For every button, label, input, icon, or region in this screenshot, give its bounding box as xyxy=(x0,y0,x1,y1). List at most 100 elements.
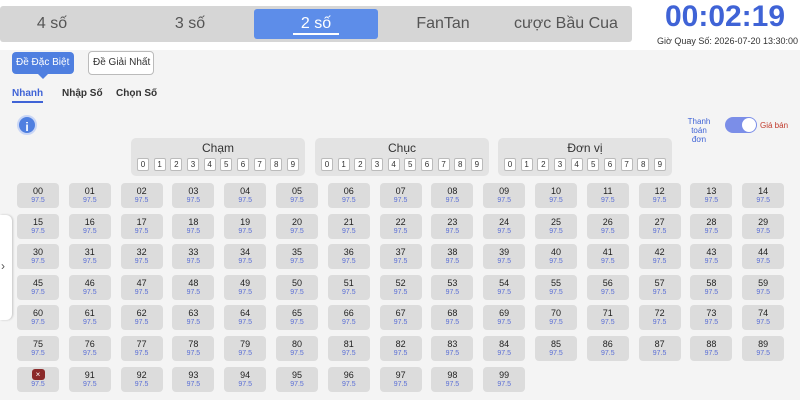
digit-button[interactable]: 9 xyxy=(286,158,299,171)
number-cell[interactable]: 37 97.5 xyxy=(379,244,422,270)
digit-button[interactable]: 0 xyxy=(321,158,333,171)
number-cell[interactable]: 82 97.5 xyxy=(379,336,422,361)
number-cell[interactable]: × 97.5 xyxy=(17,366,59,392)
number-cell[interactable]: 09 97.5 xyxy=(483,183,526,208)
number-cell[interactable]: 88 97.5 xyxy=(690,336,733,361)
number-cell[interactable]: 11 97.5 xyxy=(586,183,629,208)
digit-button[interactable]: 7 xyxy=(620,158,633,171)
number-cell[interactable]: 41 97.5 xyxy=(586,244,629,270)
digit-button[interactable]: 4 xyxy=(570,158,583,171)
digit-button[interactable]: 3 xyxy=(370,158,383,171)
number-cell[interactable]: 00 97.5 xyxy=(17,183,59,208)
number-cell[interactable]: 96 97.5 xyxy=(327,366,370,392)
number-cell[interactable]: 72 97.5 xyxy=(638,305,681,331)
digit-button[interactable]: 8 xyxy=(454,158,467,171)
close-icon[interactable]: × xyxy=(31,368,45,380)
digit-button[interactable]: 7 xyxy=(437,158,450,171)
digit-button[interactable]: 6 xyxy=(236,158,249,171)
digit-button[interactable]: 1 xyxy=(337,158,350,171)
number-cell[interactable]: 40 97.5 xyxy=(535,244,577,270)
tab-game-1[interactable]: 3 số xyxy=(138,6,242,42)
number-cell[interactable]: 69 97.5 xyxy=(483,305,526,331)
digit-button[interactable]: 2 xyxy=(354,158,367,171)
tab-game-2[interactable]: 2 số xyxy=(254,9,378,39)
number-cell[interactable]: 81 97.5 xyxy=(327,336,370,361)
number-cell[interactable]: 67 97.5 xyxy=(379,305,422,331)
number-cell[interactable]: 59 97.5 xyxy=(742,274,785,300)
number-cell[interactable]: 42 97.5 xyxy=(638,244,681,270)
number-cell[interactable]: 94 97.5 xyxy=(224,366,267,392)
number-cell[interactable]: 45 97.5 xyxy=(17,274,59,300)
digit-button[interactable]: 8 xyxy=(637,158,650,171)
number-cell[interactable]: 63 97.5 xyxy=(172,305,215,331)
number-cell[interactable]: 36 97.5 xyxy=(327,244,370,270)
digit-button[interactable]: 3 xyxy=(186,158,199,171)
digit-button[interactable]: 6 xyxy=(420,158,433,171)
digit-button[interactable]: 2 xyxy=(170,158,183,171)
number-cell[interactable]: 74 97.5 xyxy=(742,305,785,331)
number-cell[interactable]: 17 97.5 xyxy=(120,213,163,239)
number-cell[interactable]: 66 97.5 xyxy=(327,305,370,331)
digit-button[interactable]: 8 xyxy=(270,158,283,171)
number-cell[interactable]: 10 97.5 xyxy=(535,183,577,208)
number-cell[interactable]: 15 97.5 xyxy=(17,213,59,239)
number-cell[interactable]: 18 97.5 xyxy=(172,213,215,239)
number-cell[interactable]: 77 97.5 xyxy=(120,336,163,361)
digit-button[interactable]: 9 xyxy=(653,158,666,171)
number-cell[interactable]: 25 97.5 xyxy=(535,213,577,239)
number-cell[interactable]: 26 97.5 xyxy=(586,213,629,239)
number-cell[interactable]: 02 97.5 xyxy=(120,183,163,208)
number-cell[interactable]: 64 97.5 xyxy=(224,305,267,331)
number-cell[interactable]: 60 97.5 xyxy=(17,305,59,331)
digit-button[interactable]: 5 xyxy=(587,158,600,171)
side-drawer-handle[interactable]: › xyxy=(0,215,12,320)
number-cell[interactable]: 19 97.5 xyxy=(224,213,267,239)
number-cell[interactable]: 43 97.5 xyxy=(690,244,733,270)
pay-toggle[interactable] xyxy=(725,117,757,133)
number-cell[interactable]: 39 97.5 xyxy=(483,244,526,270)
number-cell[interactable]: 06 97.5 xyxy=(327,183,370,208)
number-cell[interactable]: 29 97.5 xyxy=(742,213,785,239)
number-cell[interactable]: 46 97.5 xyxy=(68,274,111,300)
number-cell[interactable]: 55 97.5 xyxy=(535,274,577,300)
tab-game-0[interactable]: 4 số xyxy=(0,6,104,42)
tab-chon-so[interactable]: Chọn Số xyxy=(116,88,157,101)
number-cell[interactable]: 49 97.5 xyxy=(224,274,267,300)
number-cell[interactable]: 95 97.5 xyxy=(276,366,318,392)
number-cell[interactable]: 51 97.5 xyxy=(327,274,370,300)
tab-nhanh[interactable]: Nhanh xyxy=(12,88,44,103)
number-cell[interactable]: 07 97.5 xyxy=(379,183,422,208)
number-cell[interactable]: 30 97.5 xyxy=(17,244,59,270)
digit-button[interactable]: 0 xyxy=(504,158,516,171)
number-cell[interactable]: 44 97.5 xyxy=(742,244,785,270)
number-cell[interactable]: 73 97.5 xyxy=(690,305,733,331)
number-cell[interactable]: 52 97.5 xyxy=(379,274,422,300)
number-cell[interactable]: 57 97.5 xyxy=(638,274,681,300)
number-cell[interactable]: 65 97.5 xyxy=(276,305,318,331)
number-cell[interactable]: 93 97.5 xyxy=(172,366,215,392)
number-cell[interactable]: 05 97.5 xyxy=(276,183,318,208)
number-cell[interactable]: 28 97.5 xyxy=(690,213,733,239)
number-cell[interactable]: 84 97.5 xyxy=(483,336,526,361)
number-cell[interactable]: 12 97.5 xyxy=(638,183,681,208)
number-cell[interactable]: 54 97.5 xyxy=(483,274,526,300)
number-cell[interactable]: 78 97.5 xyxy=(172,336,215,361)
tab-game-4[interactable]: cược Bầu Cua xyxy=(500,6,632,42)
digit-button[interactable]: 2 xyxy=(537,158,550,171)
number-cell[interactable]: 33 97.5 xyxy=(172,244,215,270)
number-cell[interactable]: 50 97.5 xyxy=(276,274,318,300)
digit-button[interactable]: 4 xyxy=(203,158,216,171)
number-cell[interactable]: 68 97.5 xyxy=(431,305,474,331)
number-cell[interactable]: 99 97.5 xyxy=(483,366,526,392)
digit-button[interactable]: 5 xyxy=(220,158,233,171)
number-cell[interactable]: 38 97.5 xyxy=(431,244,474,270)
number-cell[interactable]: 75 97.5 xyxy=(17,336,59,361)
tab-game-3[interactable]: FanTan xyxy=(388,6,498,42)
digit-button[interactable]: 6 xyxy=(603,158,616,171)
number-cell[interactable]: 23 97.5 xyxy=(431,213,474,239)
number-cell[interactable]: 32 97.5 xyxy=(120,244,163,270)
number-cell[interactable]: 35 97.5 xyxy=(276,244,318,270)
digit-button[interactable]: 5 xyxy=(404,158,417,171)
digit-button[interactable]: 9 xyxy=(470,158,483,171)
digit-button[interactable]: 1 xyxy=(153,158,166,171)
